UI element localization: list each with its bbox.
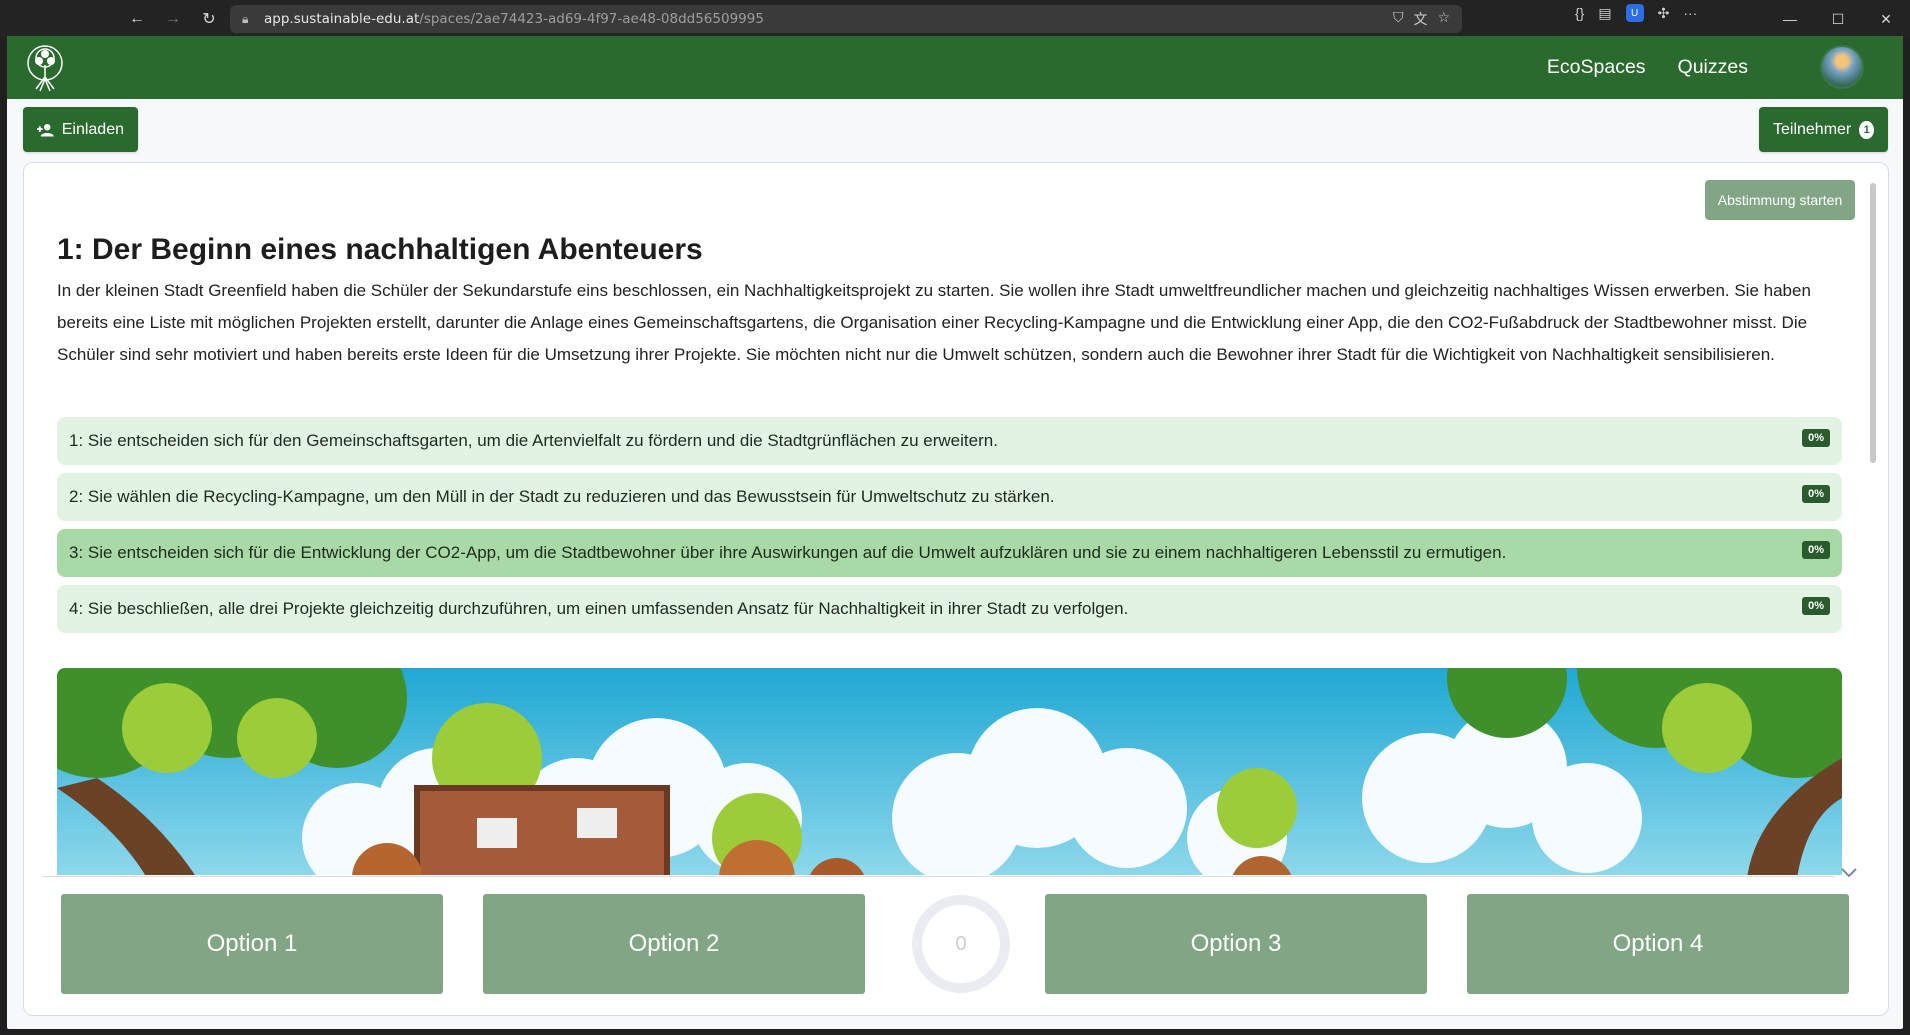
app-window: EcoSpaces Quizzes Einladen Teilnehmer 1 …	[7, 36, 1903, 1029]
scrollbar[interactable]	[1870, 183, 1876, 463]
answer-option-4-button[interactable]: Option 4	[1467, 894, 1849, 994]
option-percent-badge: 0%	[1802, 541, 1830, 559]
participants-label: Teilnehmer	[1773, 120, 1852, 138]
close-icon[interactable]: ✕	[1862, 0, 1910, 38]
puzzle-icon[interactable]: ✣	[1658, 5, 1670, 22]
nav-quizzes[interactable]: Quizzes	[1678, 56, 1748, 79]
answer-option-3-button[interactable]: Option 3	[1045, 894, 1427, 994]
option-row-1[interactable]: 1: Sie entscheiden sich für den Gemeinsc…	[57, 417, 1842, 465]
start-vote-button[interactable]: Abstimmung starten	[1705, 180, 1855, 220]
forward-icon[interactable]: →	[158, 4, 188, 34]
option-list: 1: Sie entscheiden sich für den Gemeinsc…	[57, 417, 1842, 641]
participants-count-badge: 1	[1859, 120, 1874, 139]
option-row-3[interactable]: 3: Sie entscheiden sich für die Entwickl…	[57, 529, 1842, 577]
site-info-icon[interactable]: 🔒︎	[242, 12, 256, 26]
devtools-icon[interactable]: {}	[1575, 5, 1584, 21]
bookmark-icon[interactable]: ☆	[1437, 9, 1450, 29]
browser-toolbar: ← → ↻ 🔒︎ app.sustainable-edu.at/spaces/2…	[0, 0, 1910, 38]
minimize-icon[interactable]: —	[1766, 0, 1814, 38]
maximize-icon[interactable]: ☐	[1814, 0, 1862, 38]
extension-icon[interactable]: U	[1625, 4, 1644, 22]
shield-icon[interactable]: ⛉	[1393, 9, 1404, 29]
reload-icon[interactable]: ↻	[194, 4, 224, 34]
translate-icon[interactable]: 文	[1413, 9, 1427, 29]
avatar[interactable]	[1820, 45, 1864, 89]
more-icon[interactable]: ···	[1683, 5, 1697, 21]
answer-option-2-button[interactable]: Option 2	[483, 894, 865, 994]
participants-button[interactable]: Teilnehmer 1	[1759, 107, 1888, 152]
option-row-4[interactable]: 4: Sie beschließen, alle drei Projekte g…	[57, 585, 1842, 633]
scenario-scroll-area[interactable]: Abstimmung starten 1: Der Beginn eines n…	[24, 163, 1890, 875]
countdown-timer: 0	[912, 895, 1010, 993]
back-icon[interactable]: ←	[122, 4, 152, 34]
option-text: 2: Sie wählen die Recycling-Kampagne, um…	[69, 487, 1055, 506]
option-text: 1: Sie entscheiden sich für den Gemeinsc…	[69, 431, 998, 450]
illustration-scene	[57, 668, 1842, 875]
answer-option-1-button[interactable]: Option 1	[61, 894, 443, 994]
option-row-2[interactable]: 2: Sie wählen die Recycling-Kampagne, um…	[57, 473, 1842, 521]
scenario-card: Abstimmung starten 1: Der Beginn eines n…	[23, 162, 1889, 1016]
option-text: 3: Sie entscheiden sich für die Entwickl…	[69, 543, 1507, 562]
scenario-description: In der kleinen Stadt Greenfield haben di…	[57, 281, 1811, 364]
scenario-title: 1: Der Beginn eines nachhaltigen Abenteu…	[57, 233, 703, 266]
invite-button[interactable]: Einladen	[23, 107, 138, 152]
scenario-illustration	[57, 668, 1842, 875]
url-text: app.sustainable-edu.at/spaces/2ae74423-a…	[264, 11, 764, 27]
document-icon[interactable]: ▤	[1598, 5, 1611, 22]
option-percent-badge: 0%	[1802, 485, 1830, 503]
invite-label: Einladen	[61, 120, 124, 138]
address-bar[interactable]: 🔒︎ app.sustainable-edu.at/spaces/2ae7442…	[230, 5, 1462, 33]
add-person-icon	[37, 123, 54, 137]
nav-ecospaces[interactable]: EcoSpaces	[1547, 56, 1646, 79]
tree-logo-icon[interactable]	[22, 43, 68, 93]
option-percent-badge: 0%	[1802, 429, 1830, 447]
divider	[42, 876, 1835, 877]
option-percent-badge: 0%	[1802, 597, 1830, 615]
app-header: EcoSpaces Quizzes	[7, 36, 1903, 99]
option-text: 4: Sie beschließen, alle drei Projekte g…	[69, 599, 1129, 618]
chevron-down-icon[interactable]	[1840, 866, 1860, 886]
